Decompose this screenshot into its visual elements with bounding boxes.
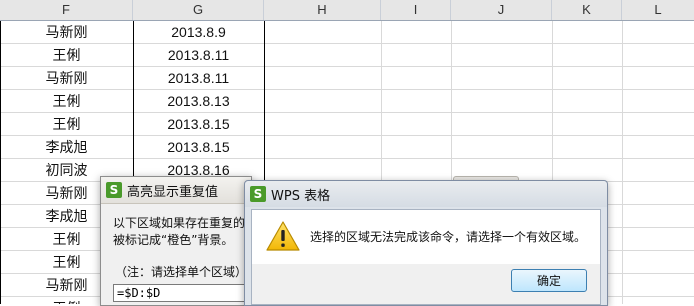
cell-name[interactable]: 马新刚	[0, 67, 133, 89]
cell-name[interactable]: 马新刚	[0, 21, 133, 43]
column-header-j[interactable]: J	[451, 0, 552, 20]
column-header-row: F G H I J K L	[0, 0, 694, 21]
alert-content: 选择的区域无法完成该命令，请选择一个有效区域。 确定	[251, 209, 601, 305]
column-header-g[interactable]: G	[133, 0, 264, 20]
column-header-k[interactable]: K	[552, 0, 622, 20]
cell-name[interactable]: 王俐	[0, 44, 133, 66]
alert-titlebar[interactable]: S WPS 表格	[245, 181, 607, 207]
cell-date[interactable]: 2013.8.11	[133, 44, 264, 66]
column-header-f[interactable]: F	[0, 0, 133, 20]
column-header-l[interactable]: L	[622, 0, 694, 20]
ok-button[interactable]: 确定	[511, 269, 587, 292]
alert-message-area: 选择的区域无法完成该命令，请选择一个有效区域。	[252, 210, 600, 264]
range-note: （注：请选择单个区域）	[115, 265, 248, 279]
alert-message: 选择的区域无法完成该命令，请选择一个有效区域。	[310, 230, 587, 244]
cell-date[interactable]: 2013.8.15	[133, 136, 264, 158]
cell-name[interactable]: 王俐	[0, 113, 133, 135]
description-line-1: 以下区域如果存在重复的	[113, 216, 246, 230]
cell-date[interactable]: 2013.8.9	[133, 21, 264, 43]
warning-icon	[266, 221, 300, 251]
dialog-body: 以下区域如果存在重复的 被标记成“橙色”背景。 （注：请选择单个区域）	[101, 204, 251, 305]
column-header-i[interactable]: I	[381, 0, 451, 20]
alert-title: WPS 表格	[271, 189, 331, 204]
cell-date[interactable]: 2013.8.13	[133, 90, 264, 112]
dialog-titlebar[interactable]: S 高亮显示重复值	[101, 177, 251, 204]
range-input[interactable]	[113, 284, 251, 302]
cell-date[interactable]: 2013.8.11	[133, 67, 264, 89]
wps-s-logo-icon: S	[106, 182, 122, 198]
cell-date[interactable]: 2013.8.15	[133, 113, 264, 135]
wps-s-logo-icon: S	[250, 186, 266, 202]
wps-alert-dialog: S WPS 表格 选择的区域无法完成该命令，请选择一个有效区域。 确定	[244, 180, 608, 306]
column-header-h[interactable]: H	[264, 0, 381, 20]
column-border-k	[622, 21, 623, 304]
dialog-title: 高亮显示重复值	[127, 185, 219, 200]
cell-name[interactable]: 王俐	[0, 90, 133, 112]
description-line-2: 被标记成“橙色”背景。	[113, 233, 234, 247]
highlight-duplicates-dialog: S 高亮显示重复值 以下区域如果存在重复的 被标记成“橙色”背景。 （注：请选择…	[100, 176, 252, 306]
cell-name[interactable]: 李成旭	[0, 136, 133, 158]
